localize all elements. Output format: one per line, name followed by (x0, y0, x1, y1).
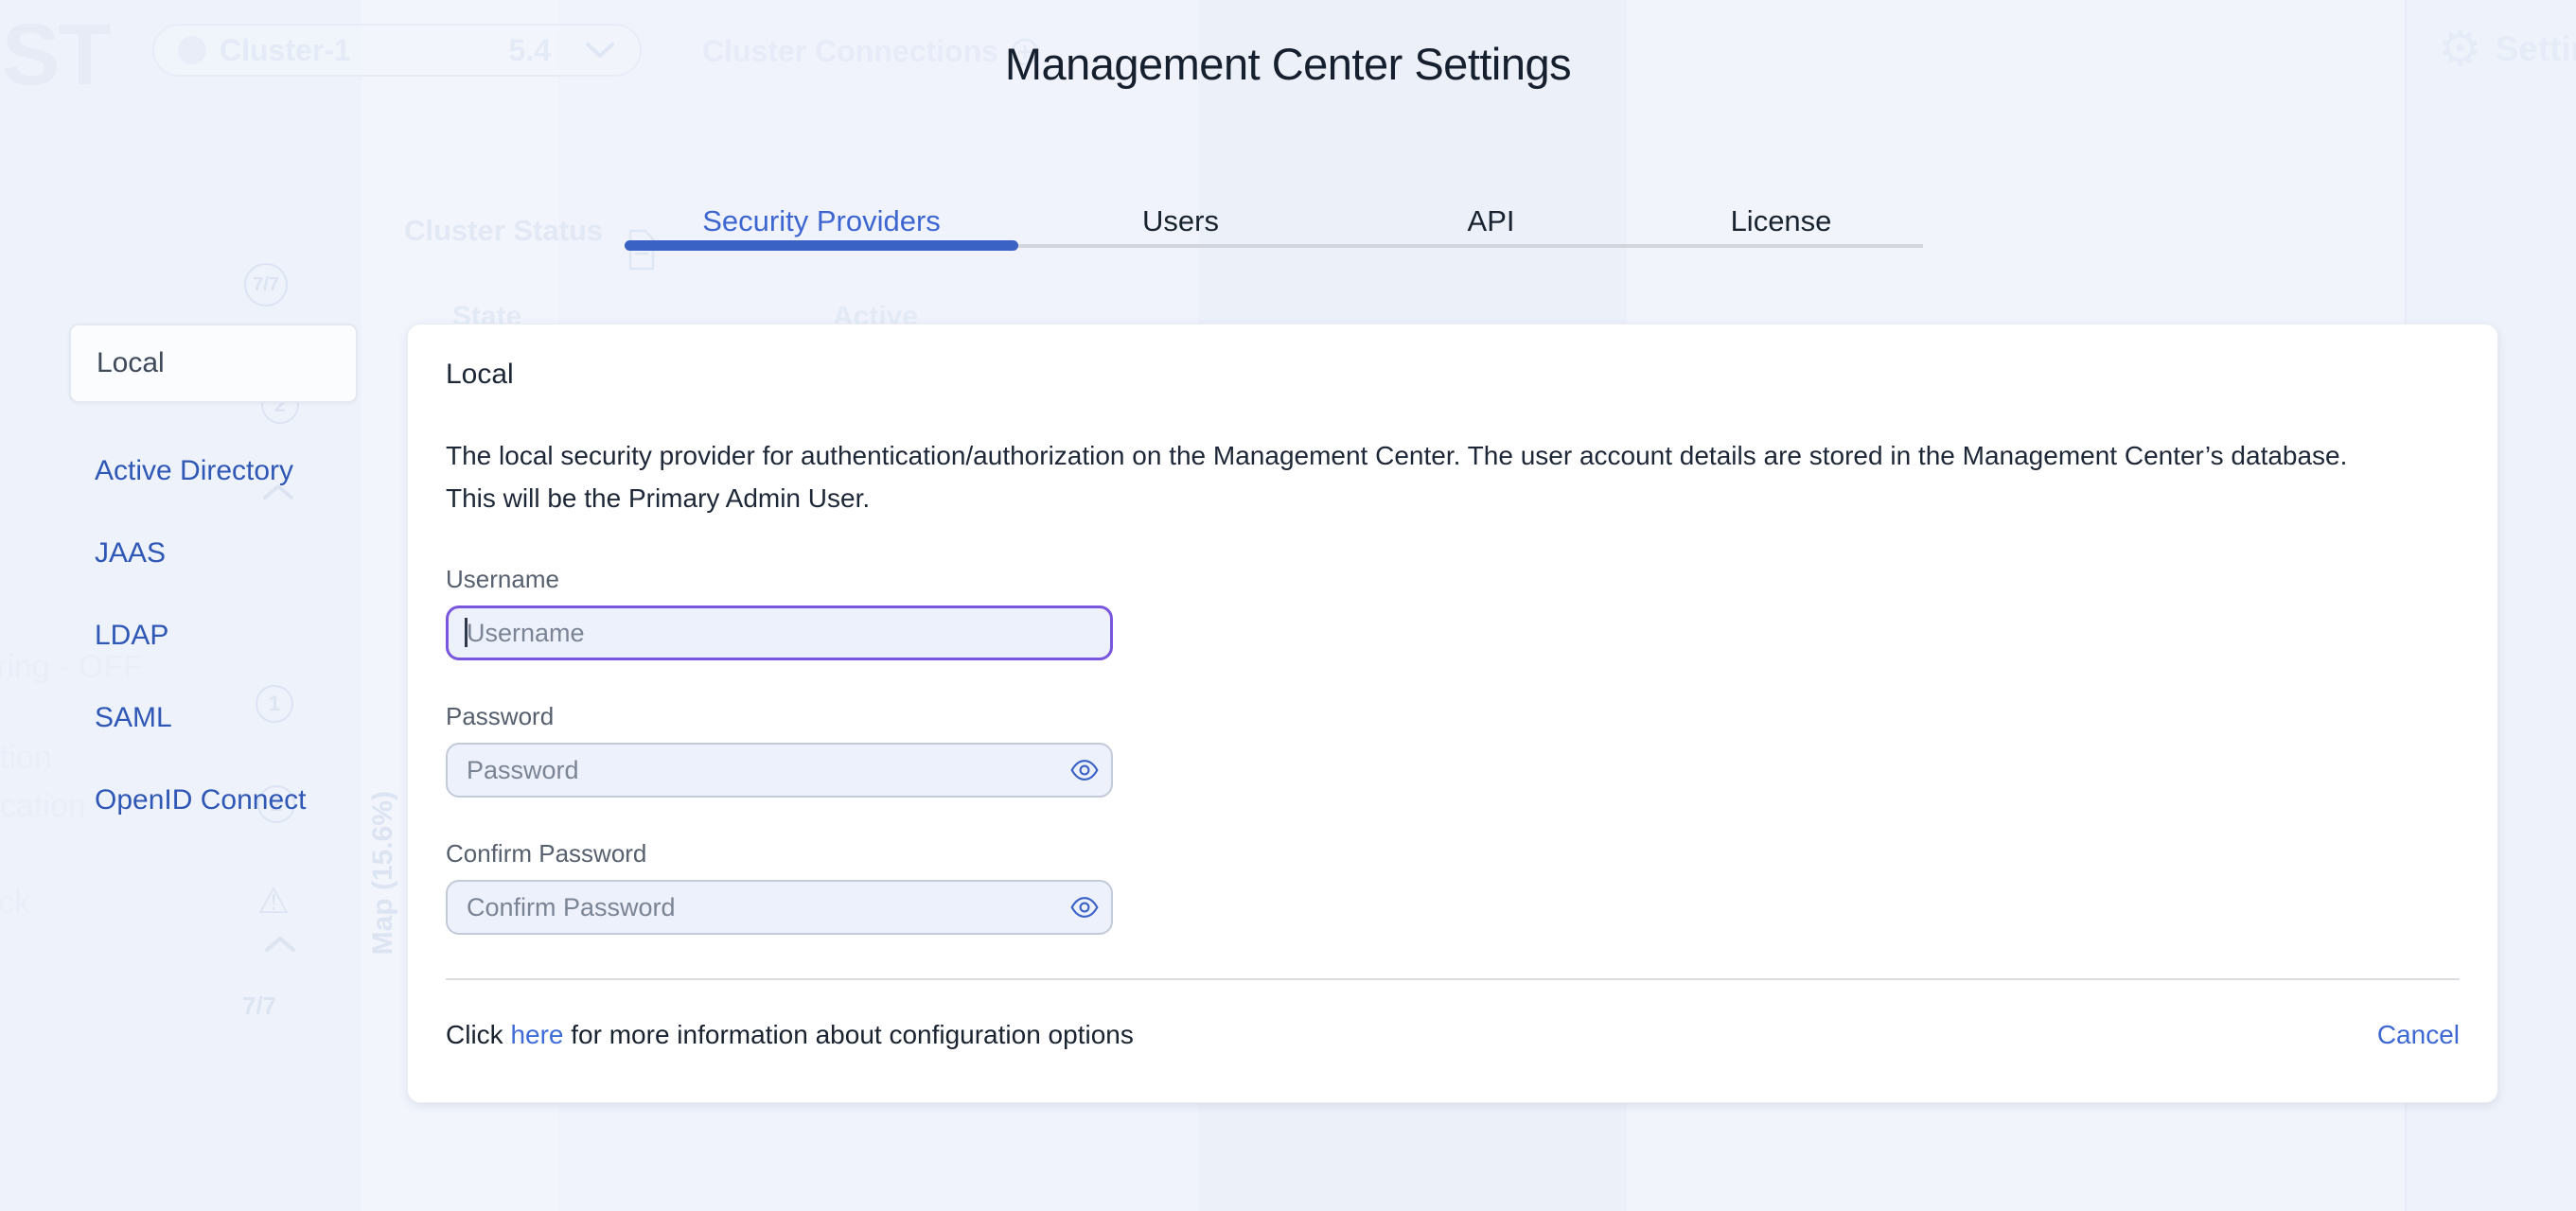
local-provider-panel: Local The local security provider for au… (407, 324, 2498, 1103)
sidebar-item-saml[interactable]: SAML (69, 702, 358, 733)
sidebar-item-openid-connect[interactable]: OpenID Connect (69, 784, 358, 816)
tab-security-providers[interactable]: Security Providers (625, 201, 1018, 251)
settings-dialog: Management Center Settings Security Prov… (0, 0, 2576, 1211)
confirm-password-field-group: Confirm Password (446, 839, 2460, 935)
password-field-group: Password (446, 702, 2460, 798)
username-field-group: Username (446, 565, 2460, 660)
here-link[interactable]: here (510, 1020, 563, 1049)
username-input[interactable] (446, 606, 1113, 660)
provider-sidebar: Local Active Directory JAAS LDAP SAML Op… (69, 324, 358, 816)
settings-overlay: ST Cluster-1 5.4 Cluster Connections ⚙ S… (0, 0, 2576, 1211)
confirm-password-input[interactable] (446, 880, 1113, 935)
tab-api[interactable]: API (1343, 201, 1639, 244)
panel-heading: Local (446, 359, 514, 390)
cancel-button[interactable]: Cancel (2377, 1020, 2460, 1050)
show-confirm-password-button[interactable] (1067, 890, 1102, 924)
settings-tabs: Security Providers Users API License (625, 201, 1923, 251)
text-caret (465, 618, 468, 647)
eye-icon (1070, 760, 1099, 781)
username-label: Username (446, 565, 559, 593)
tab-users[interactable]: Users (1018, 201, 1343, 244)
panel-footer: Click here for more information about co… (446, 1018, 2460, 1052)
sidebar-item-ldap[interactable]: LDAP (69, 620, 358, 651)
eye-icon (1070, 897, 1099, 918)
note-post: for more information about configuration… (563, 1020, 1134, 1049)
page-title: Management Center Settings (1004, 39, 1572, 89)
sidebar-item-local[interactable]: Local (69, 324, 358, 403)
show-password-button[interactable] (1067, 753, 1102, 787)
password-input[interactable] (446, 743, 1113, 798)
password-label: Password (446, 702, 555, 730)
confirm-password-label: Confirm Password (446, 839, 647, 868)
note-pre: Click (446, 1020, 511, 1049)
panel-description: The local security provider for authenti… (446, 441, 2348, 513)
sidebar-item-active-directory[interactable]: Active Directory (69, 455, 358, 486)
more-info-note: Click here for more information about co… (446, 1018, 1134, 1052)
footer-divider (446, 978, 2460, 980)
tab-license[interactable]: License (1639, 201, 1923, 244)
sidebar-item-jaas[interactable]: JAAS (69, 537, 358, 569)
